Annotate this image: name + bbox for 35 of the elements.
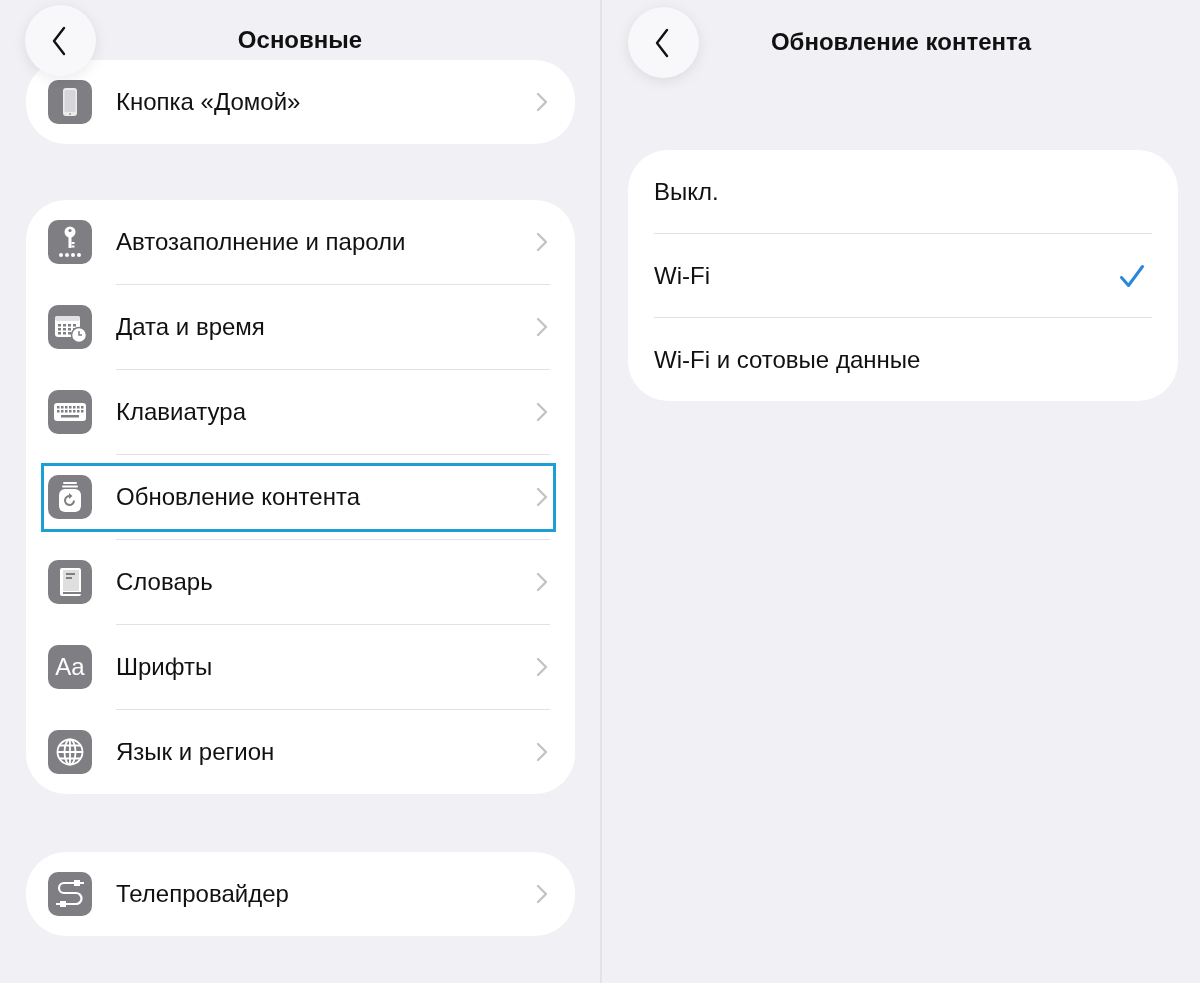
chevron-left-icon [50,25,67,56]
refresh-icon [48,475,92,519]
screen-title: Обновление контента [770,28,1032,56]
option-row[interactable]: Выкл. [628,150,1178,233]
chevron-right-icon [536,742,548,762]
settings-row[interactable]: Язык и регион [41,717,556,787]
chevron-right-icon [536,232,548,252]
calendar-clock-icon [48,305,92,349]
settings-row[interactable]: Словарь [41,547,556,617]
settings-row[interactable]: Дата и время [41,292,556,362]
book-icon [48,560,92,604]
phone-icon [48,80,92,124]
settings-row[interactable]: Обновление контента [41,462,556,532]
keyboard-icon [48,390,92,434]
chevron-right-icon [536,572,548,592]
chevron-right-icon [536,92,548,112]
option-row[interactable]: Wi-Fi [628,234,1178,317]
chevron-right-icon [536,884,548,904]
text-size-icon: Aa [48,645,92,689]
key-icon [48,220,92,264]
option-row[interactable]: Wi-Fi и сотовые данные [628,318,1178,401]
chevron-right-icon [536,657,548,677]
settings-row[interactable]: Телепровайдер [41,859,556,929]
checkmark-icon [1119,262,1145,289]
settings-row[interactable]: Кнопка «Домой» [41,67,556,137]
screen-title: Основные [237,26,363,54]
chevron-right-icon [536,317,548,337]
settings-row[interactable]: Клавиатура [41,377,556,447]
cable-icon [48,872,92,916]
chevron-right-icon [536,487,548,507]
settings-row[interactable]: Автозаполнение и пароли [41,207,556,277]
chevron-right-icon [536,402,548,422]
globe-icon [48,730,92,774]
settings-row[interactable]: Aa Шрифты [41,632,556,702]
chevron-left-icon [653,27,670,58]
